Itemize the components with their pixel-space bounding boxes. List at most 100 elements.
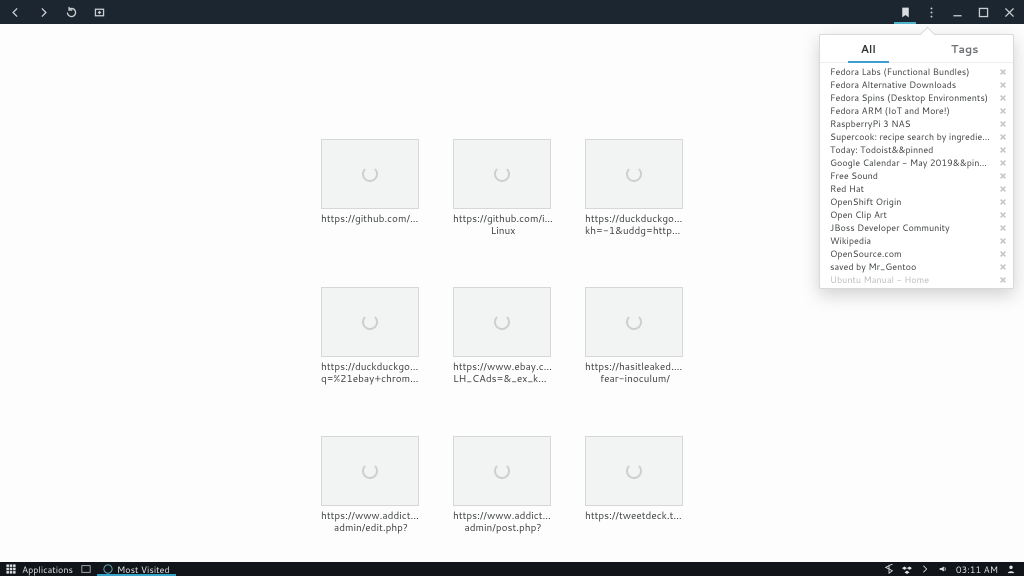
reload-icon[interactable] [64,5,78,19]
delete-icon[interactable] [998,249,1007,258]
delete-icon[interactable] [998,93,1007,102]
dial-url-sub: admin/edit.php? [321,522,421,534]
dial-thumb [321,287,419,357]
bookmark-label: RaspberryPi 3 NAS [830,117,992,130]
bookmark-row[interactable]: saved by Mr_Gentoo [820,260,1013,273]
delete-icon[interactable] [998,210,1007,219]
apps-grid-icon[interactable] [6,564,16,574]
delete-icon[interactable] [998,275,1007,284]
bookmark-row[interactable]: Red Hat [820,182,1013,195]
bookmark-row[interactable]: OpenShift Origin [820,195,1013,208]
bookmarks-popover: All Tags Fedora Labs (Functional Bundles… [819,34,1014,289]
bookmark-label: Fedora ARM (IoT and More!) [830,104,992,117]
header-right [898,5,1016,19]
bookmark-row[interactable]: Supercook: recipe search by ingredients … [820,130,1013,143]
dial-url: https://github.com/g... [321,213,421,225]
bookmark-label: Open Clip Art [830,208,992,221]
volume-icon[interactable] [938,564,948,574]
tab-tags[interactable]: Tags [917,35,1014,62]
bookmark-label: Free Sound [830,169,992,182]
dial-url-sub: Linux [453,225,553,237]
bookmark-label: Fedora Labs (Functional Bundles) [830,65,992,78]
bluetooth-icon[interactable] [884,564,894,574]
delete-icon[interactable] [998,67,1007,76]
dial-url-sub: LH_CAds=&_ex_kw=... [453,373,553,385]
dial-item[interactable]: https://hasitleaked.co... fear-inoculum/ [585,287,685,413]
dial-item[interactable]: https://www.addictive... admin/post.php? [453,436,553,562]
bookmark-row[interactable]: Fedora ARM (IoT and More!) [820,104,1013,117]
delete-icon[interactable] [998,132,1007,141]
bookmarks-tabs: All Tags [820,35,1013,63]
bookmark-label: Fedora Spins (Desktop Environments) [830,91,992,104]
dial-item[interactable]: https://duckduckgo.c... kh=-1&uddg=https… [585,139,685,265]
delete-icon[interactable] [998,236,1007,245]
bookmark-row[interactable]: Fedora Labs (Functional Bundles) [820,65,1013,78]
dial-url: https://www.addictive... [453,510,553,522]
delete-icon[interactable] [998,119,1007,128]
bookmark-row[interactable]: Free Sound [820,169,1013,182]
delete-icon[interactable] [998,223,1007,232]
bookmark-row[interactable]: JBoss Developer Community [820,221,1013,234]
dial-thumb [453,287,551,357]
dial-item[interactable]: https://github.com/g... [321,139,421,265]
bookmark-label: Wikipedia [830,234,992,247]
bookmark-label: OpenSource.com [830,247,992,260]
bookmark-row[interactable]: Google Calendar - May 2019&&pinned [820,156,1013,169]
bookmark-row[interactable]: OpenSource.com [820,247,1013,260]
bookmark-row[interactable]: Open Clip Art [820,208,1013,221]
applications-button[interactable]: Applications [22,563,73,576]
dial-url: https://www.ebay.co... [453,361,553,373]
delete-icon[interactable] [998,80,1007,89]
forward-icon[interactable] [36,5,50,19]
menu-icon[interactable] [924,5,938,19]
dial-item[interactable]: https://tweetdeck.twi... [585,436,685,562]
dial-url-sub: kh=-1&uddg=https... [585,225,685,237]
bookmark-label: Today: Todoist&&pinned [830,143,992,156]
delete-icon[interactable] [998,145,1007,154]
delete-icon[interactable] [998,171,1007,180]
back-icon[interactable] [8,5,22,19]
dial-url-sub: q=%21ebay+chrome... [321,373,421,385]
clock[interactable]: 03:11 AM [956,563,998,576]
dropbox-icon[interactable] [902,564,912,574]
header-left [8,5,106,19]
delete-icon[interactable] [998,184,1007,193]
close-icon[interactable] [1002,5,1016,19]
dial-item[interactable]: https://www.addictive... admin/edit.php? [321,436,421,562]
bookmark-row[interactable]: Wikipedia [820,234,1013,247]
loading-icon [362,463,378,479]
bookmark-row[interactable]: Ubuntu Manual - Home [820,273,1013,286]
delete-icon[interactable] [998,106,1007,115]
dial-item[interactable]: https://www.ebay.co... LH_CAds=&_ex_kw=.… [453,287,553,413]
bookmark-row[interactable]: Fedora Alternative Downloads [820,78,1013,91]
minimize-icon[interactable] [950,5,964,19]
speed-dial-grid: https://github.com/g... https://github.c… [321,139,703,562]
dial-url: https://github.com/iln... [453,213,553,225]
task-label: Most Visited [117,563,170,576]
new-tab-icon[interactable] [92,5,106,19]
bookmark-label: Supercook: recipe search by ingredients … [830,130,992,143]
bookmark-row[interactable]: Fedora Spins (Desktop Environments) [820,91,1013,104]
panel-right: 03:11 AM [884,563,1024,576]
bookmark-label: Ubuntu Manual - Home [830,273,992,286]
bookmark-row[interactable]: Today: Todoist&&pinned [820,143,1013,156]
desktop-panel: Applications Most Visited 03:11 AM [0,562,1024,576]
loading-icon [626,463,642,479]
browser-header [0,0,1024,24]
delete-icon[interactable] [998,197,1007,206]
dial-thumb [321,436,419,506]
bookmark-icon[interactable] [898,5,912,19]
tab-label: All [861,41,876,57]
window-list-icon[interactable] [81,564,91,574]
maximize-icon[interactable] [976,5,990,19]
dial-item[interactable]: https://duckduckgo.c... q=%21ebay+chrome… [321,287,421,413]
chevron-right-icon[interactable] [920,564,930,574]
bookmark-row[interactable]: RaspberryPi 3 NAS [820,117,1013,130]
tab-all[interactable]: All [820,35,917,62]
dial-item[interactable]: https://github.com/iln... Linux [453,139,553,265]
user-icon[interactable] [1006,564,1016,574]
taskbar-item[interactable]: Most Visited [97,562,176,576]
delete-icon[interactable] [998,158,1007,167]
dial-url: https://duckduckgo.c... [321,361,421,373]
delete-icon[interactable] [998,262,1007,271]
